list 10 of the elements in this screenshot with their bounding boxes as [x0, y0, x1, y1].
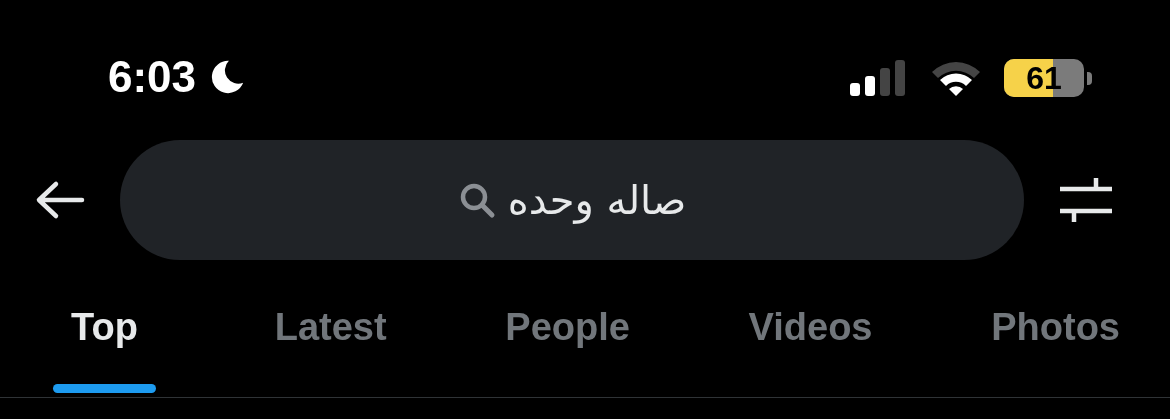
tab[interactable]: Top: [53, 306, 156, 397]
wifi-icon: [930, 59, 982, 97]
back-arrow-icon[interactable]: [34, 180, 86, 220]
search-field[interactable]: صاله وحده: [120, 140, 1024, 260]
tab[interactable]: Latest: [274, 306, 387, 397]
clock-time: 6:03: [108, 52, 197, 102]
tab[interactable]: People: [505, 306, 630, 397]
tab[interactable]: Videos: [748, 306, 873, 397]
tab[interactable]: Photos: [991, 306, 1120, 397]
signal-icon: [850, 59, 908, 97]
